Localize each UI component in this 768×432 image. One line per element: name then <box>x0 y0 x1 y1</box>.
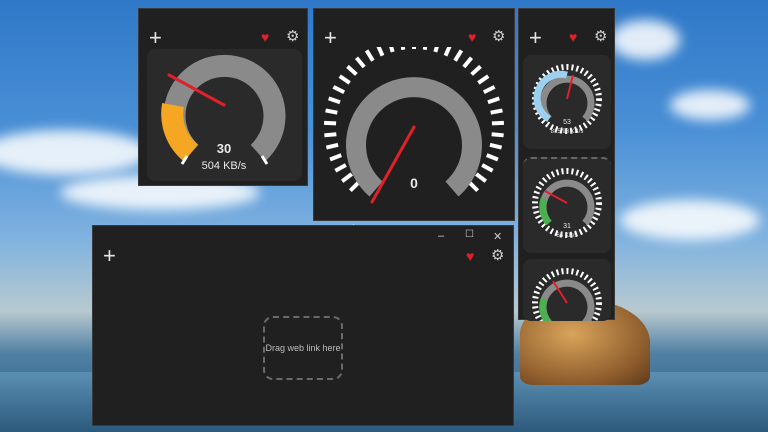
tick-mark <box>422 47 428 51</box>
gauge-track <box>346 77 482 197</box>
tick-mark <box>389 47 395 53</box>
tick-mark <box>453 49 464 62</box>
heart-icon[interactable]: ♥ <box>261 29 269 45</box>
tick-mark <box>334 163 347 173</box>
tick-mark <box>490 108 503 115</box>
tick-mark <box>346 64 358 76</box>
mini-rate: 815.98 KB/s <box>550 129 584 135</box>
tick-mark <box>376 47 385 57</box>
tick-mark <box>400 47 406 51</box>
add-icon[interactable]: + <box>103 245 116 267</box>
close-button[interactable]: ✕ <box>493 230 502 243</box>
tick-mark <box>364 49 375 62</box>
cloud <box>670 90 750 120</box>
tick-mark <box>328 96 341 105</box>
speed-rate: 504 KB/s <box>201 160 247 172</box>
speed-gauge <box>324 47 504 204</box>
heart-icon[interactable]: ♥ <box>466 248 474 264</box>
tick-mark <box>475 172 488 183</box>
cloud <box>0 130 150 175</box>
tick-mark <box>324 120 337 126</box>
tick-mark <box>340 172 353 183</box>
mini-rate: 64 KB/s <box>556 233 578 239</box>
cloud <box>610 20 680 60</box>
tick-mark <box>443 47 452 57</box>
gear-icon[interactable]: ⚙ <box>594 27 607 45</box>
tick-mark <box>477 74 490 85</box>
add-icon[interactable]: + <box>149 27 162 49</box>
tick-mark <box>481 163 494 173</box>
web-link-window: – ☐ ✕ + ♥ ⚙ Drag web link here <box>92 225 514 426</box>
gauge-fill <box>161 103 199 162</box>
tick-mark <box>489 142 503 150</box>
tick-mark <box>470 64 482 76</box>
tick-mark <box>491 120 504 126</box>
tick-mark <box>433 47 439 53</box>
tick-mark <box>329 153 342 162</box>
mini-gauge-panel <box>523 259 611 321</box>
cloud <box>620 200 760 240</box>
speed-widget-small: + ♥ ⚙ 30 504 KB/s <box>138 8 308 186</box>
tick-mark <box>486 153 499 162</box>
add-icon[interactable]: + <box>324 27 337 49</box>
speed-widget-large: + ♥ ⚙ 0 <box>313 8 515 221</box>
gear-icon[interactable]: ⚙ <box>286 27 299 45</box>
tick-mark <box>338 74 351 85</box>
tick-mark <box>467 180 480 193</box>
tick-mark <box>348 180 361 193</box>
gear-icon[interactable]: ⚙ <box>492 27 505 45</box>
tick-mark <box>332 85 346 95</box>
tick-mark <box>354 56 366 69</box>
mini-gauge-panel: 31 64 KB/s <box>523 157 611 253</box>
heart-icon[interactable]: ♥ <box>468 29 476 45</box>
speed-value: 30 <box>216 141 232 156</box>
maximize-button[interactable]: ☐ <box>465 229 474 240</box>
add-icon[interactable]: + <box>529 27 542 49</box>
tick-mark <box>325 142 339 150</box>
speed-widget-strip: + ♥ ⚙ 53 815.98 KB/s 31 64 KB/s <box>518 8 615 321</box>
mini-value: 53 <box>563 119 571 126</box>
tick-mark <box>487 96 500 105</box>
gear-icon[interactable]: ⚙ <box>491 246 504 264</box>
mini-gauge-panel: 53 815.98 KB/s <box>523 55 611 149</box>
minimize-button[interactable]: – <box>438 230 444 242</box>
drop-zone-label: Drag web link here <box>265 343 341 353</box>
link-drop-zone[interactable]: Drag web link here <box>263 316 343 380</box>
tick-mark <box>462 56 474 69</box>
tick-mark <box>491 132 504 138</box>
mini-value: 31 <box>563 223 571 230</box>
heart-icon[interactable]: ♥ <box>569 29 577 45</box>
tick-mark <box>482 85 496 95</box>
mini-gauge <box>532 268 602 321</box>
speed-value: 0 <box>410 175 418 191</box>
tick-mark <box>325 108 338 115</box>
tick-mark <box>324 132 337 138</box>
